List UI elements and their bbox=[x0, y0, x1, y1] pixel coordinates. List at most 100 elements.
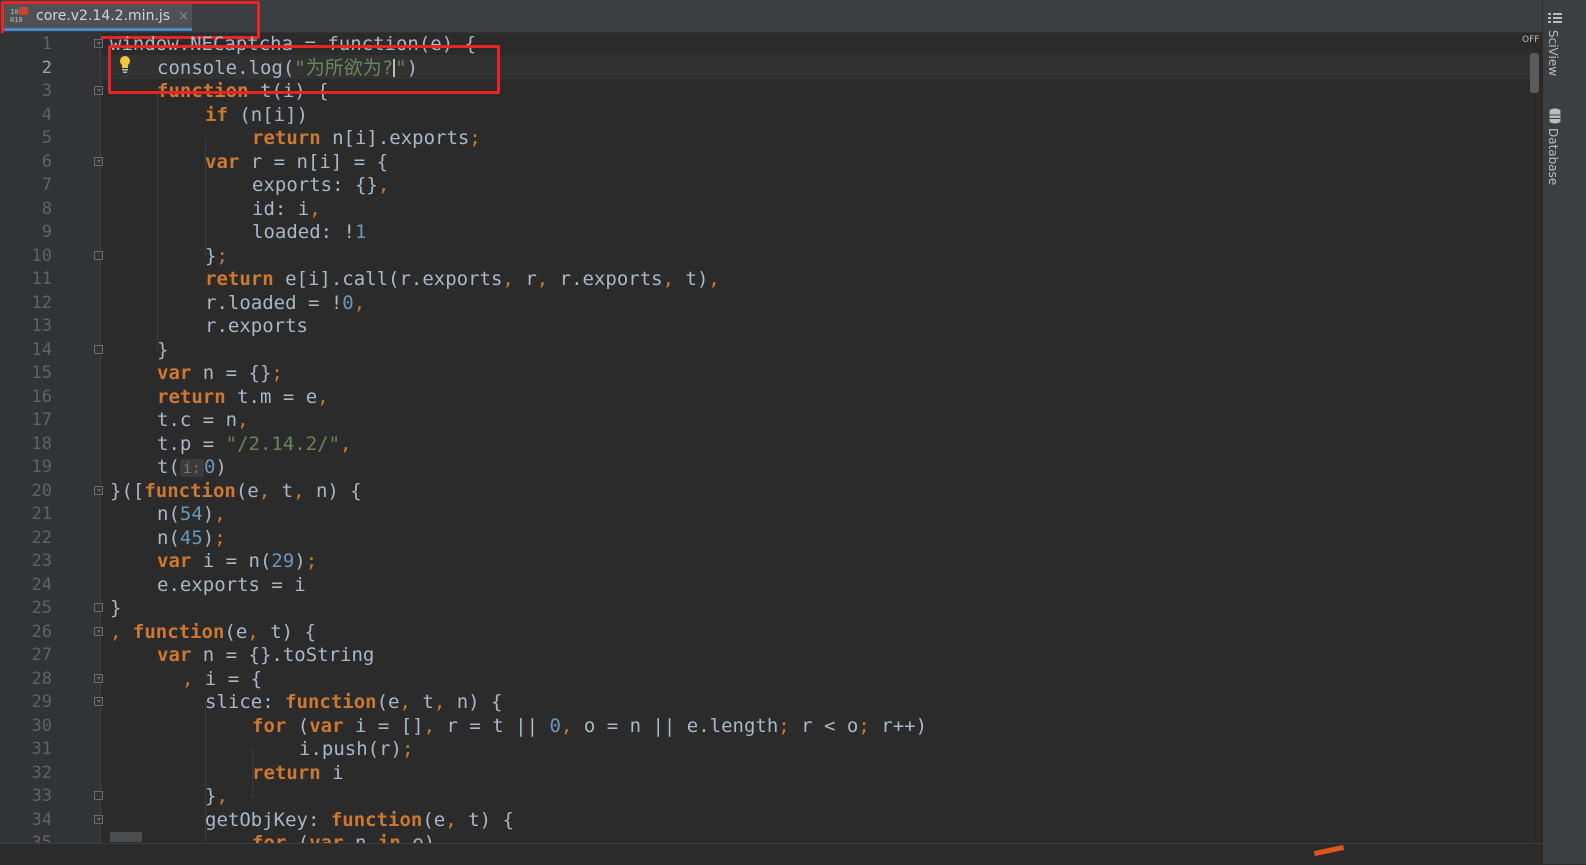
fold-end-marker-icon[interactable] bbox=[94, 345, 103, 354]
line-number: 1 bbox=[41, 34, 52, 54]
punctuation: ; bbox=[216, 244, 228, 267]
keyword: function bbox=[285, 691, 377, 713]
line-number: 11 bbox=[31, 269, 52, 289]
code-line-30: for (var i = [], r = t || 0, o = n || e.… bbox=[252, 715, 927, 739]
bottom-status-strip bbox=[0, 843, 1542, 865]
line-number: 12 bbox=[31, 292, 52, 313]
line-number: 30 bbox=[31, 715, 52, 736]
indent-guide bbox=[205, 701, 206, 861]
code-token: (e bbox=[224, 620, 248, 643]
line-number: 9 bbox=[41, 222, 52, 242]
code-token: (e bbox=[422, 808, 446, 831]
punctuation: ; bbox=[401, 738, 414, 760]
fold-marker-icon[interactable] bbox=[94, 157, 103, 166]
keyword: var bbox=[157, 550, 192, 572]
punctuation: , bbox=[214, 503, 226, 525]
line-number: 33 bbox=[31, 786, 52, 806]
punctuation: , bbox=[237, 409, 249, 431]
keyword: var bbox=[157, 362, 192, 384]
code-token: ) bbox=[202, 526, 215, 549]
code-token: (e bbox=[376, 691, 400, 713]
code-token: i = { bbox=[193, 667, 263, 690]
code-token: t.p = bbox=[157, 432, 226, 455]
fold-marker-icon[interactable] bbox=[94, 697, 103, 706]
code-token: getObjKey: bbox=[205, 808, 331, 831]
punctuation: , bbox=[247, 620, 259, 643]
code-line-11: return e[i].call(r.exports, r, r.exports… bbox=[205, 268, 720, 292]
punctuation: , bbox=[445, 808, 457, 831]
code-line-14: } bbox=[157, 338, 169, 361]
sciview-tab[interactable]: SciView bbox=[1546, 30, 1560, 76]
code-token: n[i].exports bbox=[320, 127, 470, 149]
punctuation: , bbox=[708, 268, 720, 290]
number-literal: 29 bbox=[271, 550, 295, 572]
fold-marker-icon[interactable] bbox=[94, 486, 103, 495]
code-line-21: n(54), bbox=[157, 503, 226, 527]
line-number: 10 bbox=[31, 245, 52, 266]
line-number: 28 bbox=[31, 668, 52, 689]
fold-marker-icon[interactable] bbox=[94, 39, 103, 48]
keyword: return bbox=[205, 268, 274, 290]
fold-marker-icon[interactable] bbox=[94, 674, 103, 683]
keyword: for bbox=[252, 714, 287, 737]
code-token: i.push(r) bbox=[299, 738, 402, 760]
punctuation: , bbox=[433, 691, 446, 713]
code-token: ( bbox=[286, 714, 310, 737]
code-token: o = n || e.length bbox=[572, 714, 779, 737]
annotation-box-console-log bbox=[108, 45, 500, 94]
code-token: t) { bbox=[258, 620, 316, 643]
punctuation: ; bbox=[469, 127, 481, 149]
code-token: t.m = e bbox=[225, 385, 318, 408]
line-number: 22 bbox=[31, 527, 52, 548]
line-number: 25 bbox=[31, 598, 52, 618]
punctuation: , bbox=[110, 620, 122, 643]
database-tab[interactable]: Database bbox=[1546, 128, 1560, 185]
code-token: i = n( bbox=[191, 550, 272, 572]
line-number: 34 bbox=[31, 809, 52, 830]
code-token: n = {}.toString bbox=[191, 644, 375, 666]
line-number: 14 bbox=[31, 339, 52, 360]
code-line-32: return i bbox=[252, 762, 344, 786]
line-number: 31 bbox=[31, 739, 52, 759]
line-number: 15 bbox=[31, 363, 52, 383]
code-token: t bbox=[410, 691, 434, 713]
code-line-7: exports: {}, bbox=[252, 174, 389, 198]
line-number: 29 bbox=[31, 692, 52, 712]
scrollbar-thumb[interactable] bbox=[1530, 53, 1539, 93]
fold-end-marker-icon[interactable] bbox=[94, 791, 103, 800]
punctuation: ; bbox=[305, 550, 318, 572]
code-line-6: var r = n[i] = { bbox=[205, 151, 388, 175]
line-number: 4 bbox=[41, 104, 52, 125]
code-token: r < o bbox=[789, 714, 859, 737]
code-line-4: if (n[i]) bbox=[205, 104, 308, 128]
line-number: 26 bbox=[31, 621, 52, 642]
code-token: r bbox=[513, 268, 537, 290]
highlight-level-label[interactable]: OFF bbox=[1522, 35, 1539, 45]
code-token: n( bbox=[157, 526, 180, 549]
keyword: function bbox=[121, 620, 225, 643]
code-line-28: , i = { bbox=[182, 668, 262, 692]
code-token: } bbox=[205, 244, 217, 267]
fold-marker-icon[interactable] bbox=[94, 627, 103, 636]
number-literal: 1 bbox=[354, 221, 367, 243]
fold-end-marker-icon[interactable] bbox=[94, 251, 103, 260]
horizontal-scrollbar-thumb[interactable] bbox=[110, 832, 142, 842]
code-token: t( bbox=[157, 456, 180, 478]
line-number: 13 bbox=[31, 316, 52, 336]
code-token: }([ bbox=[110, 479, 145, 502]
code-token: ) bbox=[294, 550, 306, 572]
indent-guide bbox=[157, 91, 158, 351]
fold-marker-icon[interactable] bbox=[94, 815, 103, 824]
line-number: 3 bbox=[41, 81, 52, 101]
fold-marker-icon[interactable] bbox=[94, 86, 103, 95]
keyword: return bbox=[252, 761, 321, 784]
punctuation: ; bbox=[214, 526, 226, 549]
number-literal: 45 bbox=[179, 526, 203, 549]
code-line-31: i.push(r); bbox=[299, 738, 413, 762]
code-token: t bbox=[270, 479, 294, 502]
code-editor[interactable]: window.NECaptcha = function(e) { console… bbox=[110, 33, 1530, 864]
punctuation: , bbox=[399, 691, 411, 713]
line-number: 17 bbox=[31, 410, 52, 430]
fold-end-marker-icon[interactable] bbox=[94, 603, 103, 612]
keyword: return bbox=[157, 385, 226, 408]
